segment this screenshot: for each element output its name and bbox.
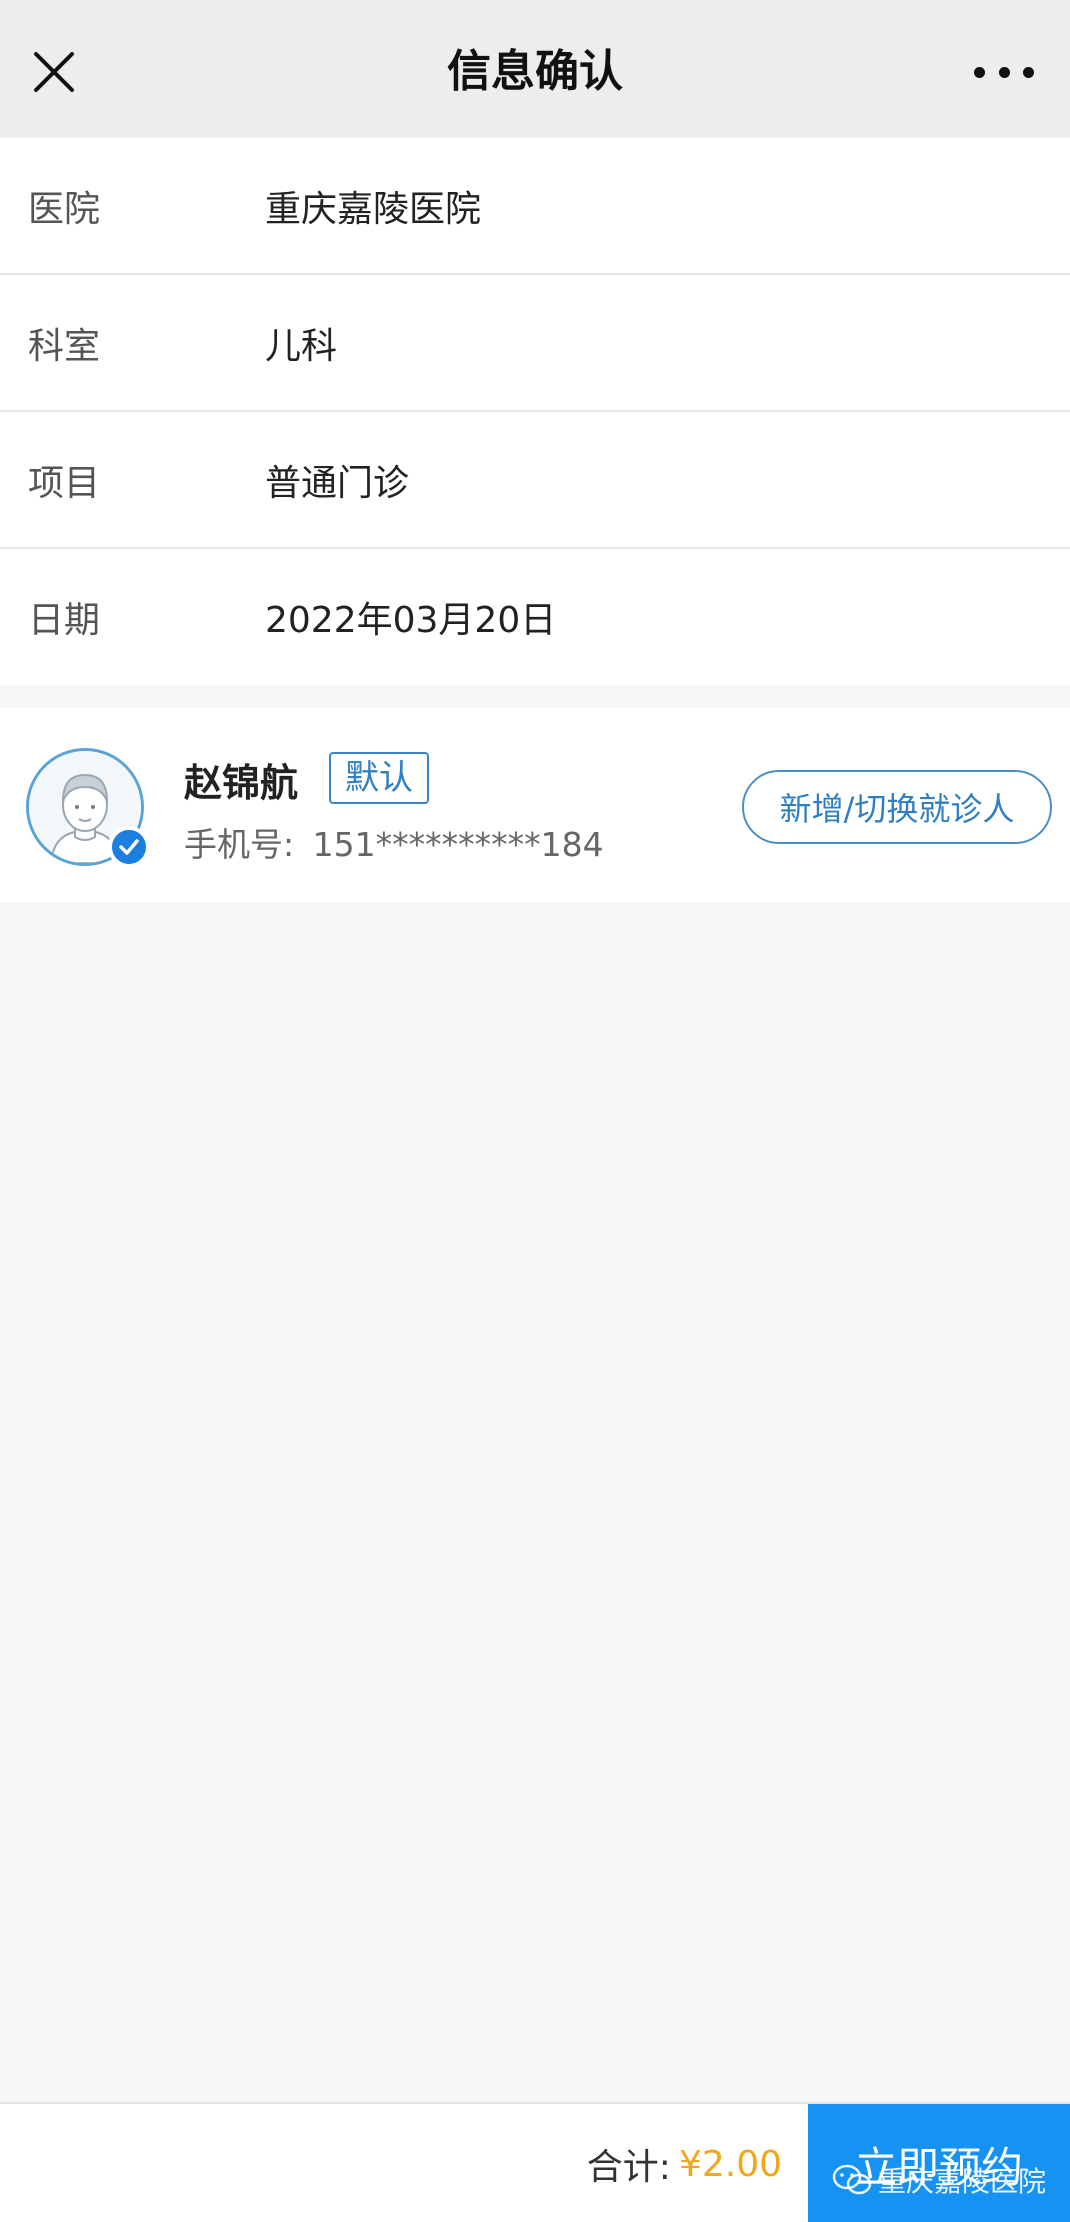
patient-name: 赵锦航 bbox=[184, 761, 299, 805]
info-value: 2022年03月20日 bbox=[265, 600, 557, 641]
info-label: 医院 bbox=[28, 188, 101, 230]
info-value: 重庆嘉陵医院 bbox=[265, 188, 482, 230]
page: 信息确认 医院 重庆嘉陵医院 科室 儿科 项目 普通门诊 日期 2022年03月… bbox=[0, 0, 1070, 2222]
verified-check-icon bbox=[108, 826, 150, 868]
info-label: 日期 bbox=[28, 600, 101, 641]
info-row-date: 日期 2022年03月20日 bbox=[0, 549, 1070, 685]
total-price: 合计: ¥2.00 bbox=[587, 2104, 782, 2222]
more-icon-dot bbox=[974, 66, 985, 78]
info-row-hospital: 医院 重庆嘉陵医院 bbox=[0, 138, 1070, 275]
info-label: 项目 bbox=[28, 462, 101, 504]
more-icon-dot bbox=[998, 66, 1010, 78]
patient-phone: 手机号: 151**********184 bbox=[184, 818, 604, 866]
default-badge: 默认 bbox=[329, 752, 429, 804]
phone-value: 151**********184 bbox=[312, 825, 604, 864]
info-row-item: 项目 普通门诊 bbox=[0, 412, 1070, 549]
appointment-info: 医院 重庆嘉陵医院 科室 儿科 项目 普通门诊 日期 2022年03月20日 bbox=[0, 138, 1070, 685]
info-value: 儿科 bbox=[265, 325, 338, 367]
info-label: 科室 bbox=[28, 325, 101, 367]
page-title: 信息确认 bbox=[447, 46, 623, 97]
switch-patient-button[interactable]: 新增/切换就诊人 bbox=[742, 770, 1052, 844]
patient-card: 赵锦航 默认 手机号: 151**********184 新增/切换就诊人 bbox=[0, 708, 1070, 902]
info-value: 普通门诊 bbox=[265, 462, 410, 504]
info-row-department: 科室 儿科 bbox=[0, 275, 1070, 412]
bottom-bar: 合计: ¥2.00 立即预约 重庆嘉陵医院 bbox=[0, 2102, 1070, 2222]
watermark-text: 重庆嘉陵医院 bbox=[877, 2165, 1046, 2198]
more-icon-dot bbox=[1023, 66, 1034, 78]
phone-label: 手机号: bbox=[184, 825, 295, 864]
total-label: 合计: bbox=[586, 2147, 671, 2188]
more-options-button[interactable] bbox=[974, 52, 1034, 92]
top-bar: 信息确认 bbox=[0, 0, 1070, 138]
watermark: 重庆嘉陵医院 bbox=[832, 2160, 1046, 2200]
wechat-icon bbox=[832, 2164, 872, 2195]
total-amount: ¥2.00 bbox=[678, 2143, 782, 2185]
book-now-button[interactable]: 立即预约 重庆嘉陵医院 bbox=[808, 2104, 1070, 2222]
